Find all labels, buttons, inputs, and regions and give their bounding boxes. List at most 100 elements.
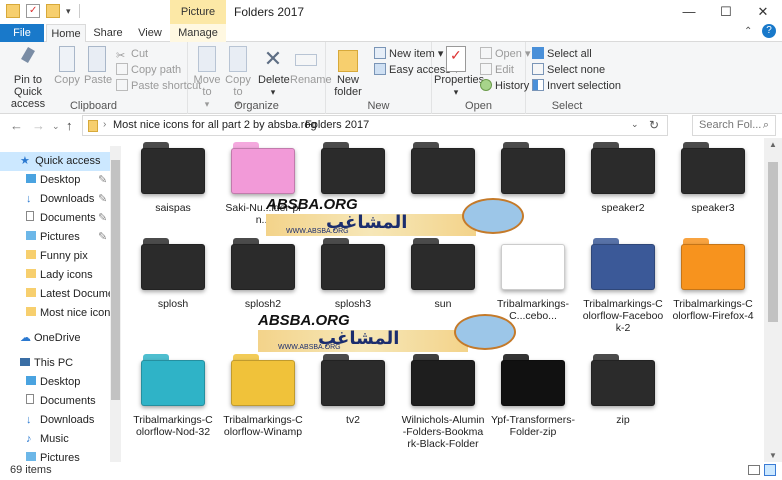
nav-item-documents[interactable]: Documents	[26, 209, 96, 228]
tab-manage[interactable]: Manage	[170, 24, 226, 42]
file-item[interactable]: Wilnichols-Alumin-Folders-Bookmark-Black…	[401, 346, 485, 450]
pin-icon: ✎	[98, 231, 108, 243]
nav-pc-music[interactable]: ♪ Music	[26, 430, 69, 449]
select-all-button[interactable]: Select all	[532, 46, 592, 62]
back-arrow-icon[interactable]: ←	[10, 118, 23, 133]
copy-path-button[interactable]: Copy path	[116, 62, 181, 78]
open-button[interactable]: Open ▾	[480, 46, 531, 62]
recent-locations-chevron-icon[interactable]: ⌄	[52, 121, 60, 132]
nav-item-downloads[interactable]: ↓ Downloads	[26, 190, 94, 209]
invert-selection-button[interactable]: Invert selection	[532, 78, 621, 94]
history-button[interactable]: History	[480, 78, 529, 94]
address-dropdown-icon[interactable]: ⌄	[631, 119, 639, 130]
tab-home[interactable]: Home	[46, 24, 86, 42]
paste-button[interactable]: Paste	[84, 46, 112, 86]
watermark: ABSBA.ORG المشاغب WWW.ABSBA.ORG	[258, 312, 528, 354]
file-label: speaker2	[601, 202, 645, 214]
window-title: Folders 2017	[234, 5, 305, 19]
nav-item-desktop[interactable]: Desktop	[26, 171, 80, 190]
delete-button[interactable]: ✕ Delete ▾	[258, 46, 290, 98]
select-none-button[interactable]: Select none	[532, 62, 605, 78]
file-item[interactable]	[401, 138, 485, 202]
content-scrollbar-thumb[interactable]	[768, 162, 778, 322]
nav-scrollbar-thumb[interactable]	[111, 160, 120, 400]
copy-to-icon	[229, 46, 247, 72]
file-label: speaker3	[691, 202, 735, 214]
folder-icon	[6, 4, 20, 18]
file-item[interactable]: sun	[401, 230, 485, 310]
file-item[interactable]: speaker2	[581, 138, 665, 214]
ribbon-collapse-icon[interactable]: ⌃	[744, 26, 752, 37]
qat-divider	[78, 4, 80, 18]
file-item[interactable]: Tribalmarkings-Colorflow-Facebook-2	[581, 230, 665, 334]
folder-icon	[499, 138, 567, 196]
properties-icon[interactable]: ✓	[26, 4, 40, 18]
scroll-down-icon[interactable]: ▼	[769, 451, 777, 460]
nav-pc-pictures[interactable]: Pictures	[26, 449, 80, 462]
nav-quick-access[interactable]: ★ Quick access	[0, 152, 110, 171]
file-item[interactable]: Tribalmarkings-Colorflow-Firefox-4	[671, 230, 755, 322]
rename-button[interactable]: Rename	[290, 46, 332, 86]
nav-item-latest-document[interactable]: Latest Document	[26, 285, 121, 304]
file-item[interactable]: speaker3	[671, 138, 755, 214]
breadcrumb-parent[interactable]: Most nice icons for all part 2 by absba.…	[113, 119, 317, 131]
breadcrumb-current[interactable]: Folders 2017	[305, 119, 369, 131]
refresh-icon[interactable]: ↻	[649, 118, 659, 132]
tab-share[interactable]: Share	[88, 24, 128, 42]
copy-button[interactable]: Copy	[54, 46, 80, 86]
file-item[interactable]	[311, 138, 395, 202]
close-icon[interactable]: ✕	[740, 0, 782, 24]
qat-dropdown-icon[interactable]: ▾	[66, 6, 71, 17]
new-folder-icon[interactable]	[46, 4, 60, 18]
new-folder-icon	[338, 50, 358, 72]
nav-scrollbar[interactable]	[110, 146, 121, 462]
file-item[interactable]: zip	[581, 346, 665, 426]
nav-item-pictures[interactable]: Pictures	[26, 228, 80, 247]
easy-access-icon	[374, 63, 386, 75]
file-item[interactable]	[491, 138, 575, 202]
nav-pc-downloads[interactable]: ↓ Downloads	[26, 411, 94, 430]
tab-view[interactable]: View	[130, 24, 170, 42]
music-icon: ♪	[26, 433, 32, 445]
nav-item-lady-icons[interactable]: Lady icons	[26, 266, 93, 285]
copy-icon	[59, 46, 75, 72]
up-arrow-icon[interactable]: ↑	[66, 118, 73, 133]
file-item[interactable]: Ypf-Transformers-Folder-zip	[491, 346, 575, 438]
content-scrollbar[interactable]: ▲ ▼	[764, 138, 782, 462]
edit-icon	[480, 63, 492, 75]
organize-group-label: Organize	[234, 100, 279, 112]
file-item[interactable]: Tribalmarkings-Colorflow-Winamp	[221, 346, 305, 438]
address-box[interactable]: › Most nice icons for all part 2 by absb…	[82, 115, 668, 136]
new-folder-button[interactable]: New folder	[330, 46, 366, 98]
nav-pc-documents[interactable]: Documents	[26, 392, 96, 411]
nav-onedrive[interactable]: ☁ OneDrive	[0, 329, 80, 348]
nav-item-most-nice-icons[interactable]: Most nice icons f	[26, 304, 121, 323]
file-item[interactable]: Tribalmarkings-C...cebo...	[491, 230, 575, 322]
large-icons-view-icon[interactable]	[764, 464, 776, 476]
nav-pc-desktop[interactable]: Desktop	[26, 373, 80, 392]
nav-this-pc[interactable]: This PC	[0, 354, 73, 373]
file-item[interactable]: splosh2	[221, 230, 305, 310]
paste-icon	[88, 46, 106, 72]
file-item[interactable]: saispas	[131, 138, 215, 214]
status-bar: 69 items	[0, 462, 782, 480]
search-input[interactable]: Search Fol... ⌕	[692, 115, 776, 136]
scroll-up-icon[interactable]: ▲	[769, 140, 777, 149]
folder-icon	[409, 346, 477, 408]
select-none-icon	[532, 63, 544, 75]
edit-button[interactable]: Edit	[480, 62, 514, 78]
tab-file[interactable]: File	[0, 24, 44, 42]
properties-button[interactable]: ✓ Properties ▾	[434, 46, 484, 98]
file-item[interactable]: Tribalmarkings-Colorflow-Nod-32	[131, 346, 215, 438]
file-item[interactable]: tv2	[311, 346, 395, 426]
file-label: Tribalmarkings-Colorflow-Firefox-4	[672, 298, 754, 322]
forward-arrow-icon[interactable]: →	[32, 118, 45, 133]
cut-button[interactable]: ✂ Cut	[116, 46, 148, 62]
folder-icon	[319, 138, 387, 196]
details-view-icon[interactable]	[748, 465, 760, 475]
nav-item-funny-pix[interactable]: Funny pix	[26, 247, 88, 266]
file-item[interactable]: splosh3	[311, 230, 395, 310]
file-item[interactable]: splosh	[131, 230, 215, 310]
folder-body	[231, 148, 295, 194]
help-icon[interactable]: ?	[762, 24, 776, 38]
